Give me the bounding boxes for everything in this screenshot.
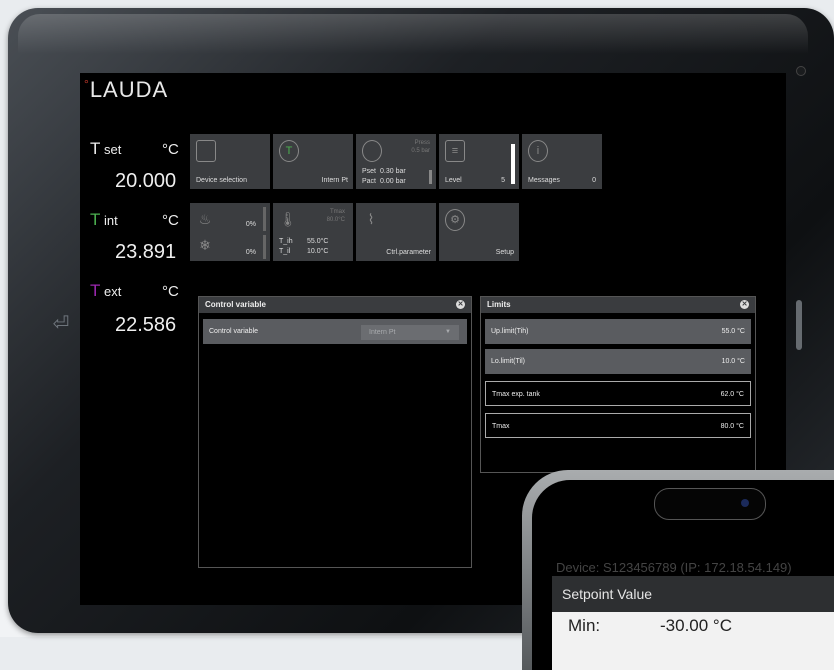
- tile-ctrl-parameter-label: Ctrl.parameter: [386, 249, 431, 256]
- cooling-icon: ❄: [199, 237, 211, 253]
- tile-device-selection[interactable]: Device selection: [190, 134, 270, 189]
- phone-screen: Device: S123456789 (IP: 172.18.54.149) S…: [532, 480, 834, 670]
- chevron-down-icon: ▼: [445, 329, 451, 335]
- tile-limits[interactable]: 🌡︎ Tmax 80.0°C T_ih 55.0°C T_il 10.0°C: [273, 203, 353, 261]
- til-label: T_il: [279, 248, 291, 255]
- pset-label: Pset: [362, 168, 377, 175]
- info-icon: i: [528, 140, 548, 162]
- bezel-highlight: [18, 14, 808, 54]
- tile-level[interactable]: ≡ Level 5: [439, 134, 519, 189]
- tset-label: T set: [90, 139, 122, 158]
- control-variable-select[interactable]: Intern Pt ▼: [361, 325, 459, 340]
- setup-gear-icon: ⚙: [445, 209, 465, 231]
- tile-intern-pt[interactable]: T Intern Pt: [273, 134, 353, 189]
- tih-value: 55.0°C: [307, 238, 329, 245]
- tih-label: T_ih: [279, 238, 293, 245]
- gauge-icon: [362, 140, 382, 162]
- close-icon[interactable]: ✕: [456, 300, 465, 309]
- limit-row-tmax[interactable]: Tmax 80.0 °C: [485, 413, 751, 438]
- text-label: T ext: [90, 281, 122, 300]
- limit-row-tmax-exp[interactable]: Tmax exp. tank 62.0 °C: [485, 381, 751, 406]
- tmax-value: 80.0°C: [326, 217, 345, 223]
- device-icon: [196, 140, 216, 162]
- control-variable-header: Control variable ✕: [199, 297, 471, 313]
- tile-level-value: 5: [501, 177, 505, 184]
- side-button[interactable]: [796, 300, 802, 350]
- tile-device-selection-label: Device selection: [196, 177, 247, 184]
- control-variable-panel: Control variable ✕ Control variable Inte…: [198, 296, 472, 568]
- limit-row-up[interactable]: Up.limit(Tih) 55.0 °C: [485, 319, 751, 344]
- limit-row-lo[interactable]: Lo.limit(Til) 10.0 °C: [485, 349, 751, 374]
- til-value: 10.0°C: [307, 248, 329, 255]
- pressure-subtitle: 0.5 bar: [411, 148, 430, 154]
- tint-label: T int: [90, 210, 118, 229]
- cooling-bar: [263, 235, 266, 259]
- tile-heat-cool[interactable]: ♨ 0% ❄ 0%: [190, 203, 270, 261]
- cooling-value: 0%: [245, 249, 256, 256]
- level-bar: [511, 144, 515, 184]
- lauda-logo: °LAUDA: [84, 77, 169, 102]
- tset-unit: °C: [162, 141, 179, 158]
- tile-level-label: Level: [445, 177, 462, 184]
- pressure-title: Press: [414, 140, 430, 146]
- close-icon[interactable]: ✕: [740, 300, 749, 309]
- tile-setup-label: Setup: [495, 249, 514, 256]
- min-value: -30.00 °C: [660, 616, 733, 635]
- phone-device: Device: S123456789 (IP: 172.18.54.149) S…: [522, 470, 834, 670]
- camera-icon: [796, 66, 806, 76]
- min-label: Min:: [568, 616, 601, 635]
- tint-value: 23.891: [115, 241, 177, 263]
- tset-value[interactable]: 20.000: [115, 170, 176, 193]
- tile-messages-label: Messages: [528, 177, 560, 184]
- thermo-probe-icon: T: [279, 140, 299, 162]
- tile-intern-pt-label: Intern Pt: [321, 177, 348, 184]
- heating-icon: ♨: [198, 211, 212, 227]
- text-value: 22.586: [115, 314, 177, 336]
- pset-value: 0.30 bar: [380, 168, 406, 175]
- text-unit: °C: [162, 283, 179, 300]
- setpoint-dialog-title: Setpoint Value: [552, 576, 834, 612]
- pact-value: 0.00 bar: [380, 178, 406, 185]
- thermometer-icon: 🌡︎: [279, 211, 297, 227]
- curve-icon: ⌇: [367, 211, 375, 227]
- heating-bar: [263, 207, 266, 231]
- tile-setup[interactable]: ⚙ Setup: [439, 203, 519, 261]
- tint-unit: °C: [162, 212, 179, 229]
- heating-value: 0%: [245, 221, 256, 228]
- pressure-bar: [429, 170, 432, 184]
- dynamic-island: [654, 488, 766, 520]
- tile-messages[interactable]: i Messages 0: [522, 134, 602, 189]
- device-info: Device: S123456789 (IP: 172.18.54.149): [556, 560, 792, 575]
- limits-header: Limits ✕: [481, 297, 755, 313]
- tile-messages-value: 0: [592, 177, 596, 184]
- tile-pressure[interactable]: Press 0.5 bar Pset 0.30 bar Pact 0.00 ba…: [356, 134, 436, 189]
- pact-label: Pact: [362, 178, 377, 185]
- tank-icon: ≡: [445, 140, 465, 162]
- tile-ctrl-parameter[interactable]: ⌇ Ctrl.parameter: [356, 203, 436, 261]
- limits-panel: Limits ✕ Up.limit(Tih) 55.0 °C Lo.limit(T…: [480, 296, 756, 473]
- front-camera-icon: [741, 499, 749, 507]
- tmax-label: Tmax: [330, 209, 345, 215]
- home-button-icon[interactable]: ⏎: [50, 313, 72, 335]
